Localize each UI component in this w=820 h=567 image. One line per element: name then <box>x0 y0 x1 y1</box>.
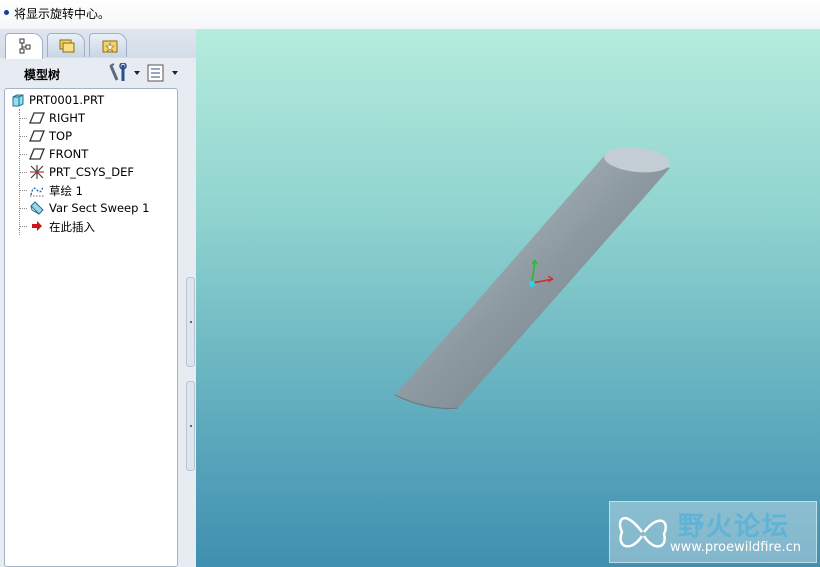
favorites-folder-icon <box>102 40 118 53</box>
chevron-down-icon <box>172 71 178 75</box>
sketch-icon <box>30 185 44 197</box>
forum-watermark: 野火论坛 www.proewildfire.cn <box>609 501 817 563</box>
watermark-url: www.proewildfire.cn <box>670 540 801 555</box>
tab-folder-browser[interactable] <box>47 33 85 57</box>
panel-splitter-handle[interactable] <box>186 277 195 367</box>
model-tree-header: 模型树 <box>4 58 186 88</box>
model-tree-title: 模型树 <box>24 68 61 82</box>
graphics-window[interactable]: 野火论坛 www.proewildfire.cn <box>196 29 820 567</box>
tree-item-label: 在此插入 <box>49 220 95 234</box>
list-settings-icon <box>147 64 164 82</box>
insert-here-arrow-icon <box>32 221 42 231</box>
datum-plane-icon <box>29 112 45 124</box>
tab-model-tree[interactable] <box>5 33 43 59</box>
tree-item-label: RIGHT <box>49 111 85 125</box>
coordinate-system-icon <box>30 165 44 179</box>
panel-splitter-handle[interactable] <box>186 381 195 471</box>
tree-item-label: FRONT <box>49 147 89 161</box>
model-tree: PRT0001.PRT RIGHT TOP FRONT PRT_CSYS_DEF… <box>4 88 178 567</box>
tree-item-label: TOP <box>49 129 73 143</box>
tree-settings-button[interactable] <box>108 62 140 83</box>
chevron-down-icon <box>134 71 140 75</box>
butterfly-logo-icon <box>618 517 667 548</box>
sweep-feature-icon <box>30 201 44 215</box>
tools-icon <box>109 62 127 81</box>
model-view <box>394 147 670 409</box>
tab-favorites[interactable] <box>89 33 127 57</box>
navigator-panel: 模型树 PRT0001.PRT RIGHT TOP FRONT PRT_CSYS… <box>0 29 196 567</box>
tree-item-label: Var Sect Sweep 1 <box>49 201 150 215</box>
tree-root-label: PRT0001.PRT <box>29 93 105 107</box>
message-text: 将显示旋转中心。 <box>14 7 111 21</box>
folder-browser-icon <box>59 39 75 53</box>
model-tree-icon <box>19 38 31 54</box>
message-bullet-icon <box>4 10 9 15</box>
tree-filters-button[interactable] <box>146 63 178 83</box>
tree-item-label: 草绘 1 <box>49 184 83 198</box>
watermark-title: 野火论坛 <box>678 512 791 542</box>
tree-item-label: PRT_CSYS_DEF <box>49 165 135 179</box>
datum-plane-icon <box>29 148 45 160</box>
navigator-tabs <box>0 29 196 59</box>
datum-plane-icon <box>29 130 45 142</box>
message-bar: 将显示旋转中心。 <box>0 0 820 30</box>
part-icon <box>12 94 24 107</box>
